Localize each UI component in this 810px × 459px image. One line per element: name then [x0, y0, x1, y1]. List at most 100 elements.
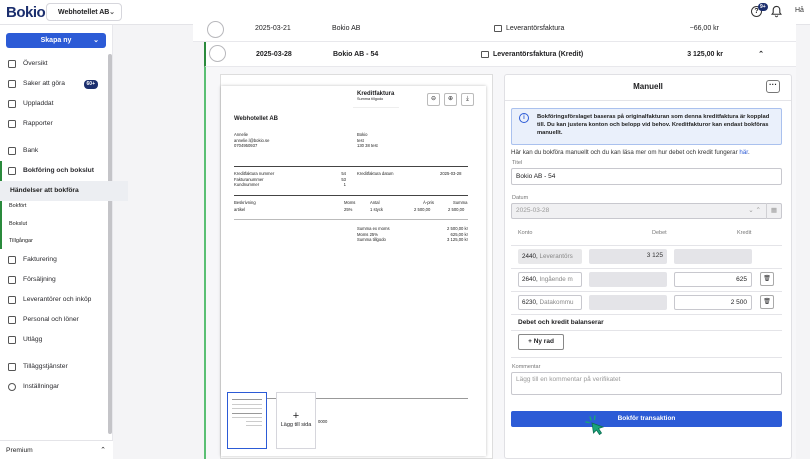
sidebar-subitem-handelser[interactable]: Händelser att bokföra [0, 181, 128, 201]
debet-field[interactable]: 3 125 [589, 249, 667, 264]
col-header: Antal [370, 200, 380, 205]
invoice-icon [494, 24, 502, 32]
sidebar-item-forsaljning[interactable]: Försäljning [0, 272, 108, 288]
help-link[interactable]: här [739, 149, 748, 156]
sidebar-item-tillaggstjanster[interactable]: Tilläggstjänster [0, 359, 108, 375]
sidebar-item-installningar[interactable]: Inställningar [0, 379, 108, 395]
date-input[interactable]: 2025-03-28 ⌄ ⌃ ▦ [511, 203, 782, 219]
info-text: Bokföringsförslaget baseras på originalf… [537, 114, 770, 136]
bell-icon[interactable] [771, 5, 782, 18]
invoice-buyer: Annelie annelie.l@bokio.se 0704950937 [234, 132, 269, 149]
zoom-out-icon[interactable]: ⊖ [427, 93, 440, 106]
report-icon [8, 120, 16, 128]
user-menu[interactable]: Hå [795, 7, 804, 14]
plan-selector[interactable]: Premium ⌃ [0, 440, 113, 459]
submit-transaction-button[interactable]: Bokför transaktion [511, 411, 782, 427]
sidebar-item-fakturering[interactable]: Fakturering [0, 252, 108, 268]
comment-textarea[interactable]: Lägg till en kommentar på verifikatet [511, 372, 782, 395]
sidebar-subitem-bokfort[interactable]: Bokfört [0, 199, 108, 213]
sidebar-item-oversikt[interactable]: Översikt [0, 56, 108, 72]
divider [511, 314, 782, 315]
kredit-field[interactable]: 2 500 [674, 295, 752, 310]
kredit-field[interactable]: 625 [674, 272, 752, 287]
sidebar-item-label: Bank [23, 147, 39, 154]
add-row-button[interactable]: + Ny rad [518, 334, 564, 350]
debet-field[interactable] [589, 295, 667, 310]
chevron-down-icon: ⌄ [93, 37, 99, 44]
invoice-title-box: Kreditfaktura Summa tillgodo [353, 91, 399, 108]
sidebar-item-rapporter[interactable]: Rapporter [0, 116, 108, 132]
line-cell: artikel [234, 207, 246, 212]
collapse-chevron-icon[interactable]: ⌃ [758, 42, 764, 67]
create-new-label: Skapa ny [40, 37, 72, 44]
table-row[interactable]: 2025-03-21 Bokio AB Leverantörsfaktura −… [193, 19, 796, 42]
total-label: Summa tillgodo [357, 237, 386, 242]
date-label: Datum [512, 195, 529, 201]
table-row-selected[interactable]: 2025-03-28 Bokio AB - 54 Leverantörsfakt… [204, 42, 796, 67]
sidebar-item-saker-att-gora[interactable]: Saker att göra 60+ [0, 76, 108, 92]
sidebar-item-personal[interactable]: Personal och löner [0, 312, 108, 328]
bank-icon [8, 147, 16, 155]
sidebar-item-label: Översikt [23, 60, 48, 67]
add-row-label: Ny rad [533, 338, 554, 345]
row-date: 2025-03-28 [256, 51, 292, 58]
recipient-city: 130 38 test [357, 143, 378, 148]
invoice-icon [481, 50, 489, 58]
sidebar-item-uppladdat[interactable]: Uppladdat [0, 96, 108, 112]
sidebar-subitem-tillgangar[interactable]: Tillgångar [0, 234, 108, 248]
invoice-footer-text: 0000 [318, 419, 328, 424]
account-field[interactable]: 2640, Ingående m [518, 272, 582, 287]
sidebar-item-bank[interactable]: Bank [0, 143, 108, 159]
debet-field[interactable] [589, 272, 667, 287]
account-field[interactable]: 2440, Leverantörs [518, 249, 582, 264]
bokio-logo[interactable]: Bokio [6, 4, 46, 21]
add-page-label: Lägg till sida [280, 422, 312, 428]
info-icon: i [519, 113, 529, 123]
company-name: Webhotellet AB [58, 9, 110, 16]
row-select-checkbox[interactable] [209, 45, 226, 62]
invoice-meta-values: 54 53 1 [336, 171, 346, 188]
create-new-button[interactable]: Skapa ny ⌄ [6, 33, 106, 48]
date-chevrons-icon: ⌄ ⌃ [748, 207, 761, 214]
title-input[interactable]: Bokio AB - 54 [511, 168, 782, 185]
meta-label: Kundnummer [234, 182, 260, 187]
divider [505, 100, 791, 101]
row-amount: 3 125,00 kr [687, 51, 723, 58]
more-options-icon[interactable]: ··· [766, 80, 780, 93]
sidebar-item-leverantorer[interactable]: Leverantörer och inköp [0, 292, 108, 308]
date-value: 2025-03-28 [516, 207, 550, 214]
addon-icon [8, 363, 16, 371]
col-header: Á-pris [423, 200, 434, 205]
sidebar-item-utlagg[interactable]: Utlägg [0, 332, 108, 348]
settings-icon [8, 383, 16, 391]
download-icon[interactable]: ⤓ [461, 93, 474, 106]
sidebar-item-label: Saker att göra [23, 80, 66, 87]
invoice-subtitle: Summa tillgodo [357, 97, 384, 101]
add-page-button[interactable]: + Lägg till sida [276, 392, 316, 449]
invoice-recipient: Bokio test 130 38 test [357, 132, 378, 149]
kredit-field[interactable] [674, 249, 752, 264]
row-type-label: Leverantörsfaktura [506, 25, 565, 32]
chevron-up-icon: ⌃ [100, 447, 106, 454]
sidebar-item-bokforing[interactable]: Bokföring och bokslut [0, 163, 108, 179]
company-selector[interactable]: Webhotellet AB ⌄ [46, 3, 122, 21]
chevron-down-icon: ⌄ [109, 9, 115, 16]
invoice-total-values: 2 500,00 kr 625,00 kr 3 125,00 kr [430, 226, 468, 243]
trash-icon[interactable]: 🗑 [760, 295, 774, 309]
todo-count-badge: 60+ [83, 80, 98, 89]
sidebar-item-label: Bokföring och bokslut [23, 167, 94, 174]
sidebar-subitem-bokslut[interactable]: Bokslut [0, 217, 108, 231]
sidebar-item-label: Tilläggstjänster [23, 363, 68, 370]
zoom-in-icon[interactable]: ⊕ [444, 93, 457, 106]
row-type: Leverantörsfaktura [494, 19, 564, 39]
account-name: Ingående m [539, 276, 573, 283]
home-icon [8, 60, 16, 68]
page-thumbnail[interactable] [227, 392, 267, 449]
row-select-checkbox[interactable] [207, 21, 224, 38]
trash-icon[interactable]: 🗑 [760, 272, 774, 286]
account-field[interactable]: 6230, Datakommu [518, 295, 582, 310]
invoice-line-item: artikel 25% 1 styck 2 500,00 2 500,00 [234, 207, 468, 213]
sidebar-scrollbar[interactable] [108, 54, 112, 434]
invoice-date-value: 2025-03-28 [440, 171, 462, 176]
calendar-icon[interactable]: ▦ [766, 203, 781, 219]
